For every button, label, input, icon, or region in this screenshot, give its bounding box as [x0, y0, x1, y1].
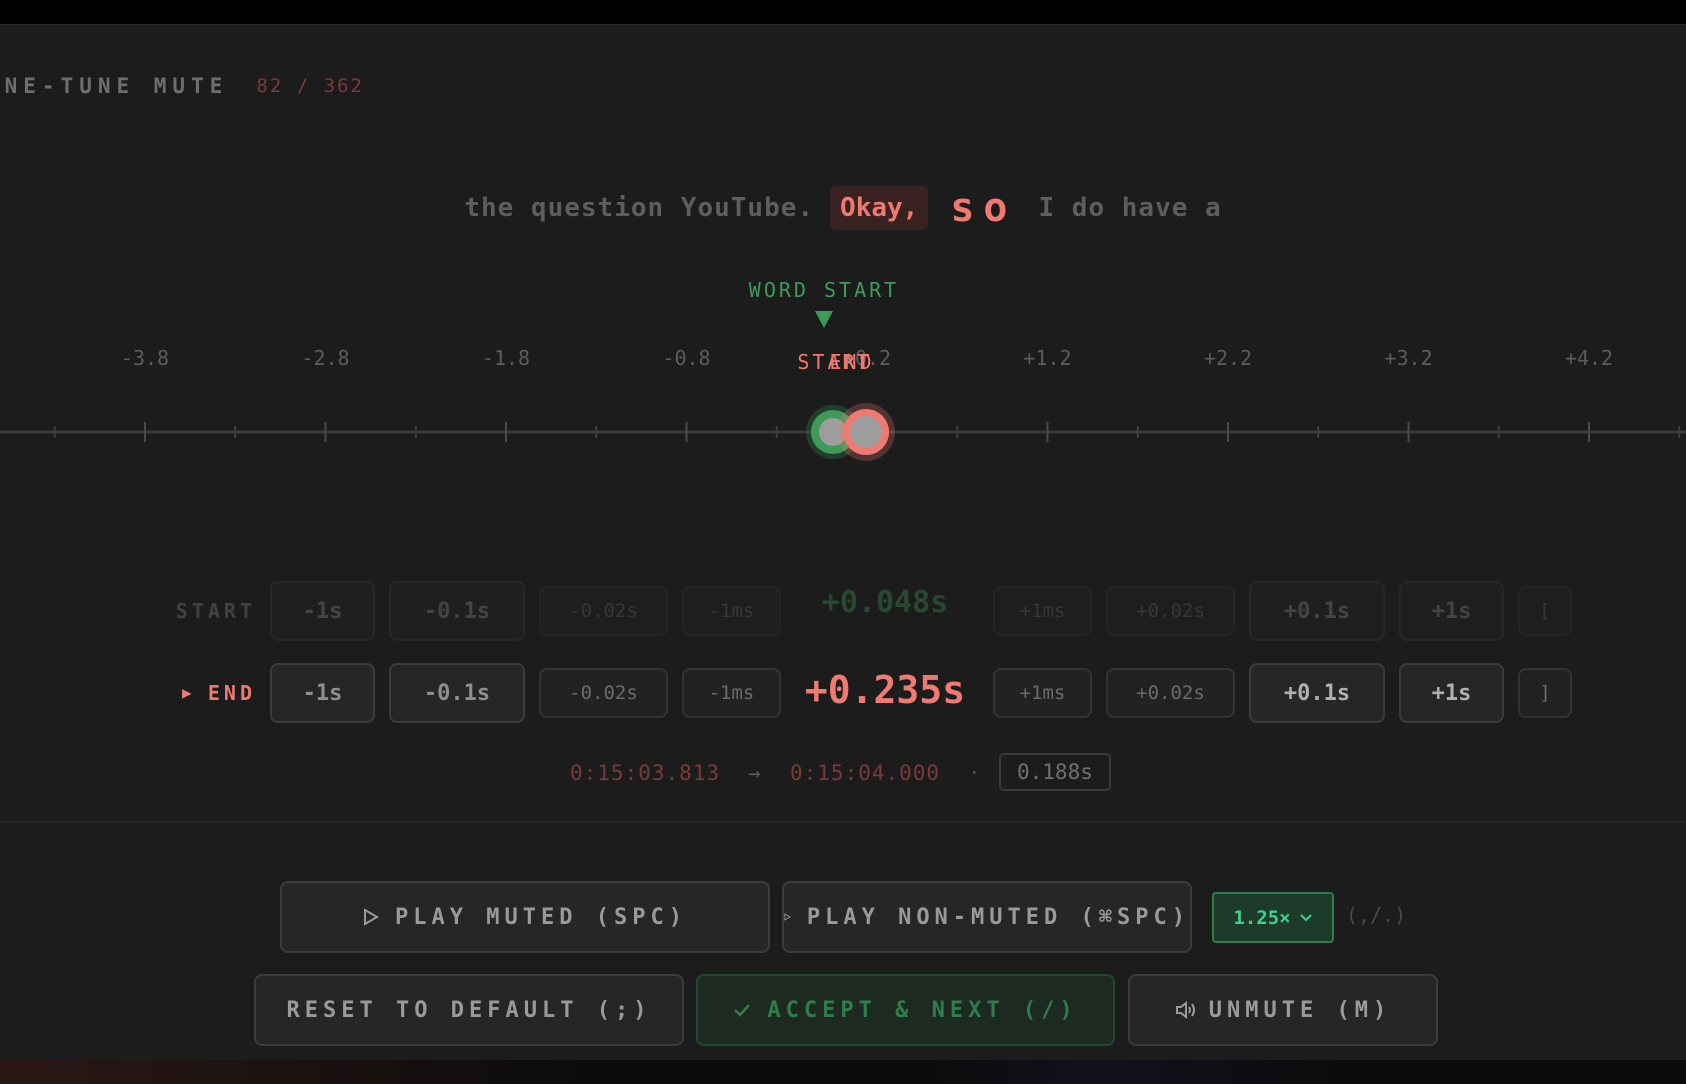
range-start-time: 0:15:03.813 — [570, 761, 721, 785]
end-minus-0.1s-button[interactable]: -0.1s — [389, 663, 525, 723]
timeline[interactable]: WORD START -3.8 -2.8 -1.8 -0.8 +0.2 +1.2 +2.2 +… — [0, 49, 1686, 529]
reset-to-default-button[interactable]: RESET TO DEFAULT (;) — [254, 974, 684, 1046]
accept-next-button[interactable]: ACCEPT & NEXT (/) — [696, 974, 1115, 1046]
unmute-button[interactable]: UNMUTE (M) — [1128, 974, 1438, 1046]
start-plus-1ms-button[interactable]: +1ms — [993, 586, 1092, 636]
word-start-marker-icon — [815, 311, 833, 328]
start-minus-0.02s-button[interactable]: -0.02s — [539, 586, 668, 636]
play-triangle-icon — [364, 908, 380, 926]
end-row-label: END — [207, 681, 256, 705]
end-minus-1s-button[interactable]: -1s — [270, 663, 375, 723]
end-handle[interactable] — [837, 403, 895, 461]
end-minus-0.02s-button[interactable]: -0.02s — [539, 668, 668, 718]
speed-shortcut-hint: (,/.) — [1346, 903, 1407, 927]
play-triangle-icon — [784, 913, 791, 921]
end-plus-0.02s-button[interactable]: +0.02s — [1106, 668, 1235, 718]
end-set-button[interactable]: ] — [1518, 668, 1572, 718]
playback-speed-select[interactable]: 1.25× — [1212, 892, 1334, 943]
range-separator: · — [968, 761, 982, 785]
range-arrow-icon: → — [748, 761, 762, 785]
start-plus-0.1s-button[interactable]: +0.1s — [1249, 581, 1385, 641]
duration-badge: 0.188s — [999, 753, 1111, 791]
fine-tune-panel: INE-TUNE MUTE 82 / 362 the question YouT… — [0, 24, 1686, 1061]
start-plus-1s-button[interactable]: +1s — [1399, 581, 1504, 641]
start-minus-1ms-button[interactable]: -1ms — [682, 586, 781, 636]
speaker-icon — [1175, 1000, 1195, 1020]
tick-label: -3.8 — [121, 346, 169, 370]
play-muted-button[interactable]: PLAY MUTED (SPC) — [280, 881, 770, 953]
tick-label: +3.2 — [1384, 346, 1432, 370]
start-row: START -1s -0.1s -0.02s -1ms +0.048s +1ms… — [0, 580, 1686, 642]
speed-value: 1.25× — [1233, 906, 1291, 929]
chevron-down-icon — [1299, 913, 1312, 921]
start-minus-0.1s-button[interactable]: -0.1s — [389, 581, 525, 641]
end-offset-value: +0.235s — [804, 668, 966, 712]
tick-label: +1.2 — [1023, 346, 1071, 370]
tick-label: +2.2 — [1204, 346, 1252, 370]
end-plus-0.1s-button[interactable]: +0.1s — [1249, 663, 1385, 723]
end-handle-label: END — [829, 350, 874, 374]
start-minus-1s-button[interactable]: -1s — [270, 581, 375, 641]
word-start-label: WORD START — [749, 278, 899, 302]
tick-label: -0.8 — [662, 346, 710, 370]
tick-label: -1.8 — [482, 346, 530, 370]
end-plus-1s-button[interactable]: +1s — [1399, 663, 1504, 723]
section-divider — [0, 821, 1686, 822]
range-end-time: 0:15:04.000 — [790, 761, 941, 785]
timeline-svg[interactable]: WORD START -3.8 -2.8 -1.8 -0.8 +0.2 +1.2 +2.2 +… — [0, 49, 1686, 529]
start-offset-value: +0.048s — [821, 585, 949, 620]
accept-label: ACCEPT & NEXT (/) — [767, 997, 1078, 1023]
start-plus-0.02s-button[interactable]: +0.02s — [1106, 586, 1235, 636]
reset-label: RESET TO DEFAULT (;) — [286, 997, 652, 1023]
unmute-label: UNMUTE (M) — [1208, 997, 1392, 1023]
play-non-muted-label: PLAY NON-MUTED (⌘SPC) — [806, 904, 1190, 930]
tick-label: -2.8 — [301, 346, 349, 370]
end-row: ▶ END -1s -0.1s -0.02s -1ms +0.235s +1ms… — [0, 662, 1686, 724]
end-plus-1ms-button[interactable]: +1ms — [993, 668, 1092, 718]
play-non-muted-button[interactable]: PLAY NON-MUTED (⌘SPC) — [782, 881, 1192, 953]
end-minus-1ms-button[interactable]: -1ms — [682, 668, 781, 718]
start-set-button[interactable]: [ — [1518, 586, 1572, 636]
tick-label: +4.2 — [1565, 346, 1613, 370]
check-icon — [734, 1004, 751, 1017]
start-row-label: START — [175, 599, 256, 623]
time-range: 0:15:03.813 → 0:15:04.000 · 0.188s — [0, 753, 1686, 793]
play-muted-label: PLAY MUTED (SPC) — [395, 904, 687, 930]
window-bottom-strip — [0, 1060, 1686, 1084]
